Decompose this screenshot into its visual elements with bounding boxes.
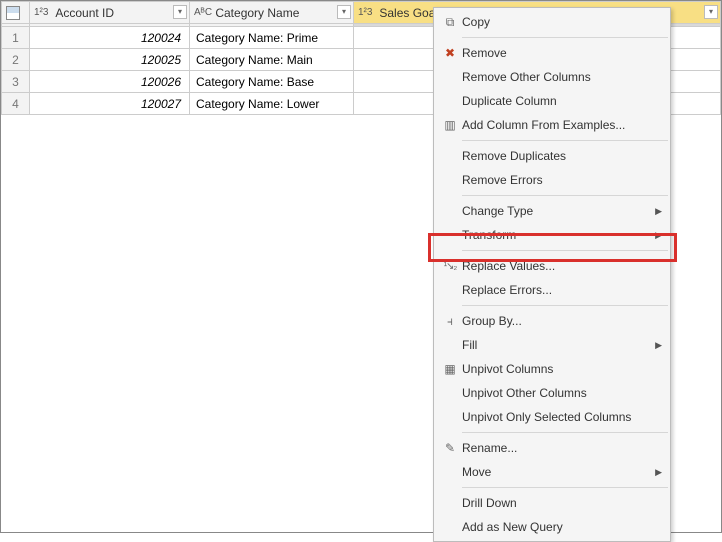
- cell-account-id[interactable]: 120024: [30, 27, 190, 49]
- filter-dropdown-icon[interactable]: ▾: [337, 5, 351, 19]
- menu-transform[interactable]: Transform ▶: [434, 223, 670, 247]
- submenu-arrow-icon: ▶: [655, 230, 662, 241]
- cell-account-id[interactable]: 120025: [30, 49, 190, 71]
- menu-label: Duplicate Column: [462, 94, 662, 108]
- menu-label: Group By...: [462, 314, 662, 328]
- menu-replace-values[interactable]: Replace Values...: [434, 254, 670, 278]
- number-type-icon: 1²3: [358, 7, 376, 18]
- number-type-icon: 1²3: [34, 7, 52, 18]
- filter-dropdown-icon[interactable]: ▾: [704, 5, 718, 19]
- cell-category-name[interactable]: Category Name: Lower: [190, 93, 354, 115]
- row-number: 2: [2, 49, 30, 71]
- row-number: 1: [2, 27, 30, 49]
- rename-icon: [438, 441, 462, 455]
- menu-label: Remove Duplicates: [462, 149, 662, 163]
- menu-separator: [462, 305, 668, 306]
- menu-separator: [462, 250, 668, 251]
- menu-copy[interactable]: Copy: [434, 10, 670, 34]
- menu-label: Unpivot Only Selected Columns: [462, 410, 662, 424]
- menu-unpivot-only-selected[interactable]: Unpivot Only Selected Columns: [434, 405, 670, 429]
- menu-separator: [462, 37, 668, 38]
- menu-change-type[interactable]: Change Type ▶: [434, 199, 670, 223]
- cell-category-name[interactable]: Category Name: Base: [190, 71, 354, 93]
- submenu-arrow-icon: ▶: [655, 206, 662, 217]
- menu-separator: [462, 487, 668, 488]
- menu-label: Unpivot Other Columns: [462, 386, 662, 400]
- menu-label: Rename...: [462, 441, 662, 455]
- menu-remove-duplicates[interactable]: Remove Duplicates: [434, 144, 670, 168]
- column-label: Category Name: [215, 6, 299, 20]
- menu-remove[interactable]: Remove: [434, 41, 670, 65]
- menu-label: Remove: [462, 46, 662, 60]
- text-type-icon: AᴮC: [194, 7, 212, 18]
- cell-account-id[interactable]: 120027: [30, 93, 190, 115]
- menu-label: Remove Other Columns: [462, 70, 662, 84]
- menu-rename[interactable]: Rename...: [434, 436, 670, 460]
- menu-separator: [462, 140, 668, 141]
- menu-label: Move: [462, 465, 655, 479]
- menu-separator: [462, 195, 668, 196]
- menu-unpivot-columns[interactable]: Unpivot Columns: [434, 357, 670, 381]
- rownum-header[interactable]: [2, 2, 30, 24]
- menu-label: Replace Values...: [462, 259, 662, 273]
- menu-remove-errors[interactable]: Remove Errors: [434, 168, 670, 192]
- menu-drill-down[interactable]: Drill Down: [434, 491, 670, 515]
- cell-category-name[interactable]: Category Name: Prime: [190, 27, 354, 49]
- row-number: 3: [2, 71, 30, 93]
- menu-label: Unpivot Columns: [462, 362, 662, 376]
- column-header-account-id[interactable]: 1²3 Account ID ▾: [30, 2, 190, 24]
- unpivot-icon: [438, 362, 462, 376]
- column-context-menu: Copy Remove Remove Other Columns Duplica…: [433, 7, 671, 542]
- group-by-icon: [438, 314, 462, 329]
- menu-separator: [462, 432, 668, 433]
- remove-icon: [438, 46, 462, 60]
- menu-label: Transform: [462, 228, 655, 242]
- copy-icon: [438, 15, 462, 30]
- column-label: Sales Goal: [379, 6, 438, 20]
- column-header-category-name[interactable]: AᴮC Category Name ▾: [190, 2, 354, 24]
- replace-values-icon: [438, 261, 462, 272]
- column-label: Account ID: [55, 6, 114, 20]
- row-number: 4: [2, 93, 30, 115]
- cell-category-name[interactable]: Category Name: Main: [190, 49, 354, 71]
- menu-label: Replace Errors...: [462, 283, 662, 297]
- menu-unpivot-other-columns[interactable]: Unpivot Other Columns: [434, 381, 670, 405]
- menu-group-by[interactable]: Group By...: [434, 309, 670, 333]
- menu-remove-other-columns[interactable]: Remove Other Columns: [434, 65, 670, 89]
- submenu-arrow-icon: ▶: [655, 340, 662, 351]
- add-column-icon: [438, 118, 462, 132]
- menu-add-as-new-query[interactable]: Add as New Query: [434, 515, 670, 539]
- table-icon: [6, 6, 20, 20]
- menu-add-column-from-examples[interactable]: Add Column From Examples...: [434, 113, 670, 137]
- menu-replace-errors[interactable]: Replace Errors...: [434, 278, 670, 302]
- menu-move[interactable]: Move ▶: [434, 460, 670, 484]
- menu-label: Copy: [462, 15, 662, 29]
- menu-label: Remove Errors: [462, 173, 662, 187]
- cell-account-id[interactable]: 120026: [30, 71, 190, 93]
- menu-label: Add as New Query: [462, 520, 662, 534]
- filter-dropdown-icon[interactable]: ▾: [173, 5, 187, 19]
- submenu-arrow-icon: ▶: [655, 467, 662, 478]
- menu-label: Change Type: [462, 204, 655, 218]
- menu-label: Add Column From Examples...: [462, 118, 662, 132]
- menu-label: Fill: [462, 338, 655, 352]
- menu-fill[interactable]: Fill ▶: [434, 333, 670, 357]
- menu-duplicate-column[interactable]: Duplicate Column: [434, 89, 670, 113]
- menu-label: Drill Down: [462, 496, 662, 510]
